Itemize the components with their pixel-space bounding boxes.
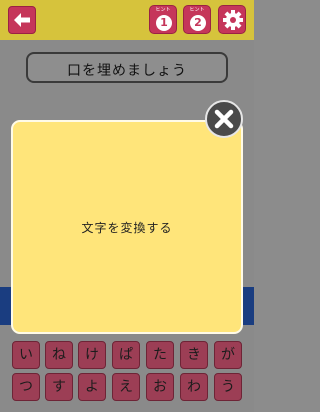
top-bar: ヒント 1 ヒント 2: [0, 0, 254, 40]
key-button[interactable]: う: [214, 373, 242, 401]
dialog-message: 文字を変換する: [81, 221, 173, 235]
hint-2-number: 2: [190, 15, 206, 31]
key-button[interactable]: け: [78, 341, 106, 369]
hint-1-number: 1: [156, 15, 172, 31]
hint-2-button[interactable]: ヒント 2: [183, 5, 211, 34]
key-button[interactable]: た: [146, 341, 174, 369]
back-button[interactable]: [8, 6, 36, 34]
key-button[interactable]: わ: [180, 373, 208, 401]
key-button[interactable]: ね: [45, 341, 73, 369]
key-button[interactable]: よ: [78, 373, 106, 401]
left-arrow-icon: [14, 13, 30, 27]
key-button[interactable]: ぱ: [112, 341, 140, 369]
key-button[interactable]: き: [180, 341, 208, 369]
hint-1-label: ヒント: [155, 7, 171, 13]
key-button[interactable]: す: [45, 373, 73, 401]
key-button[interactable]: お: [146, 373, 174, 401]
question-box: 口を埋めましょう: [26, 52, 228, 83]
close-button[interactable]: [205, 100, 243, 138]
settings-button[interactable]: [218, 5, 246, 34]
hint-2-label: ヒント: [189, 7, 205, 13]
close-icon: [214, 109, 234, 129]
gear-icon: [223, 10, 243, 30]
convert-dialog: 文字を変換する: [11, 120, 243, 334]
key-button[interactable]: い: [12, 341, 40, 369]
question-text: 口を埋めましょう: [67, 63, 187, 79]
hint-1-button[interactable]: ヒント 1: [149, 5, 177, 34]
key-button[interactable]: つ: [12, 373, 40, 401]
key-button[interactable]: が: [214, 341, 242, 369]
key-button[interactable]: え: [112, 373, 140, 401]
